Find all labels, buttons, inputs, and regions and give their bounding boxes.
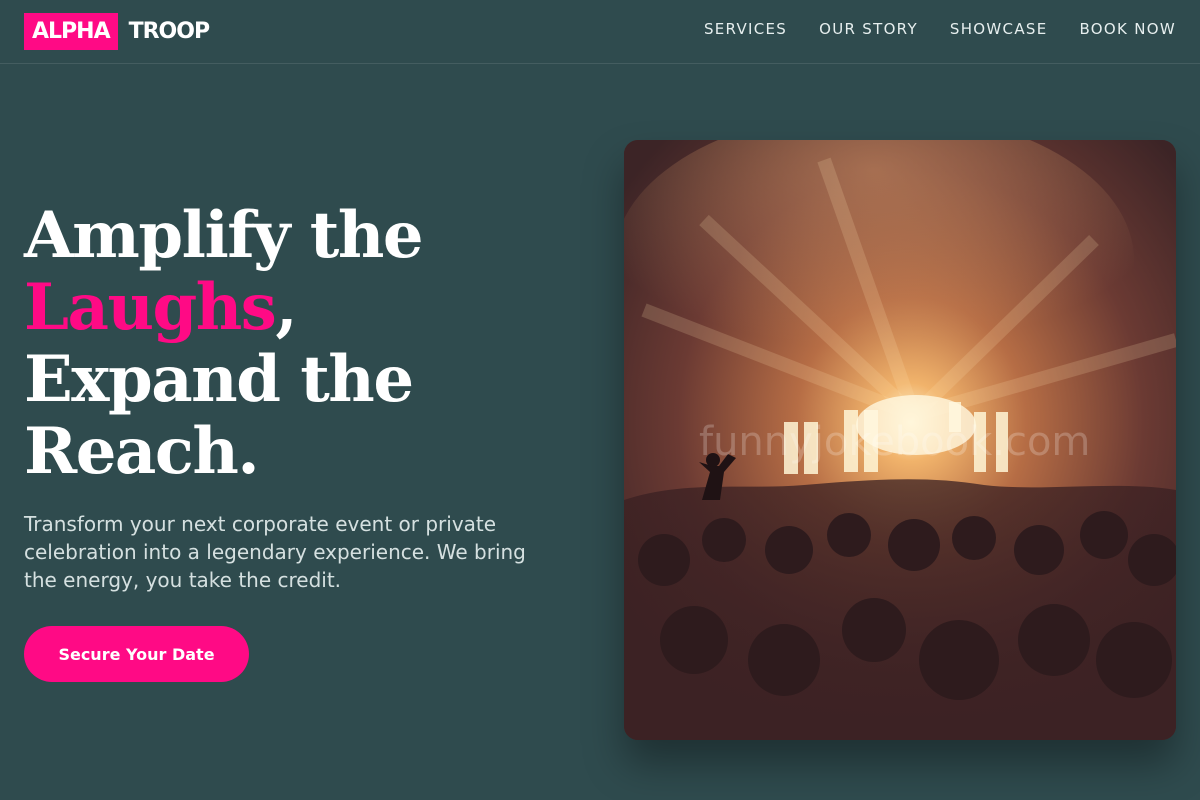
nav-link-our-story[interactable]: OUR STORY (819, 20, 918, 38)
secure-date-button[interactable]: Secure Your Date (24, 626, 249, 682)
hero-title: Amplify the Laughs, Expand the Reach. (24, 200, 584, 488)
hero-title-line4: Reach. (24, 414, 260, 489)
nav-link-services[interactable]: SERVICES (704, 20, 787, 38)
hero-description: Transform your next corporate event or p… (24, 512, 526, 592)
logo-primary: ALPHA (24, 13, 118, 50)
nav-link-book-now[interactable]: BOOK NOW (1079, 20, 1176, 38)
hero-image: funnyjokebook.com (624, 140, 1176, 740)
concert-crowd-image: funnyjokebook.com (624, 140, 1176, 740)
hero-title-line1: Amplify the (24, 198, 424, 273)
hero-title-line3: Expand the (24, 342, 414, 417)
nav-link-showcase[interactable]: SHOWCASE (950, 20, 1048, 38)
logo-secondary: TROOP (128, 19, 210, 44)
hero-title-accent: Laughs (24, 270, 277, 345)
image-watermark: funnyjokebook.com (699, 419, 1090, 465)
hero-title-comma: , (275, 270, 297, 345)
main-nav: SERVICES OUR STORY SHOWCASE BOOK NOW (704, 20, 1176, 38)
site-header: ALPHA TROOP SERVICES OUR STORY SHOWCASE … (0, 0, 1200, 64)
brand-logo[interactable]: ALPHA TROOP (24, 13, 210, 50)
